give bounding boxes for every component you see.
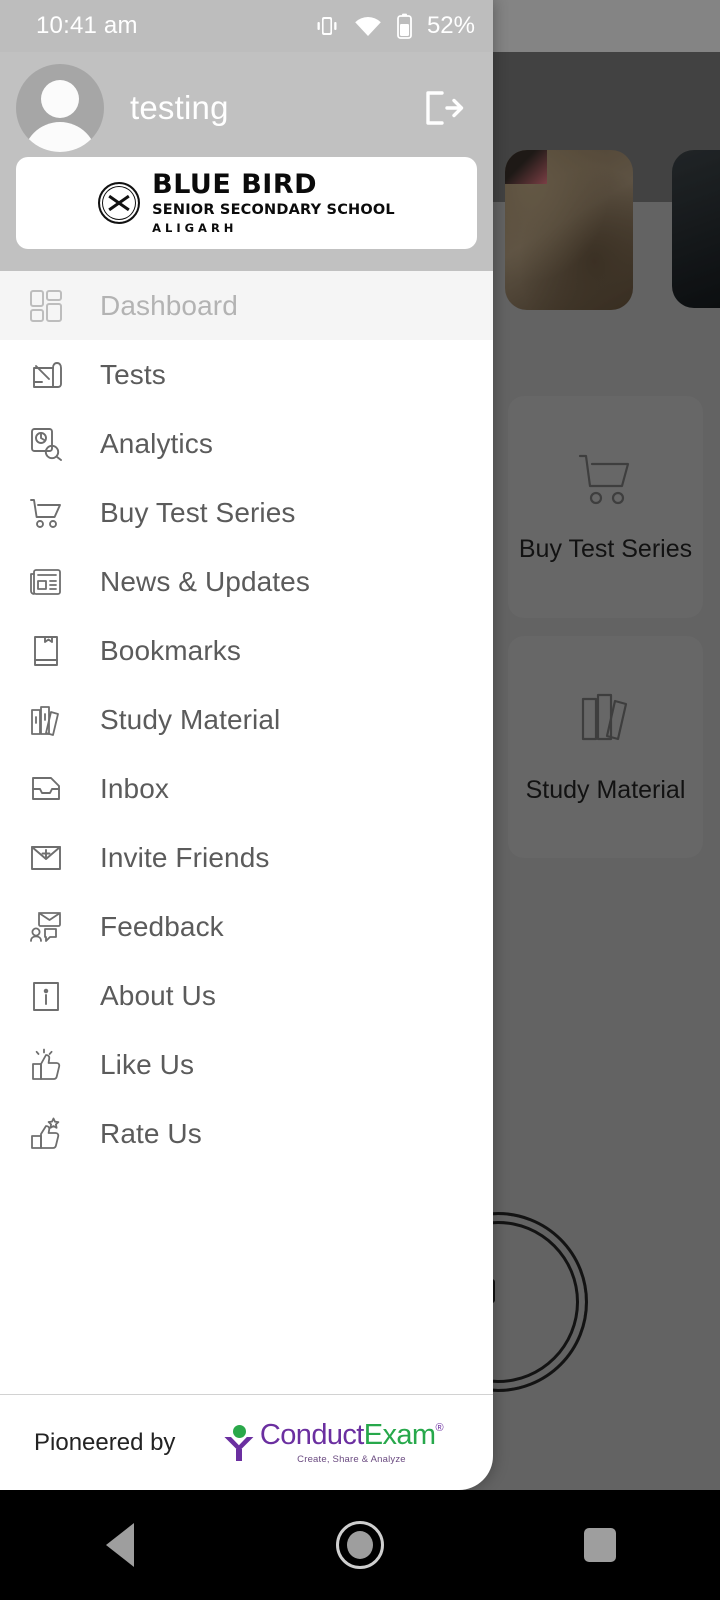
wifi-icon xyxy=(354,15,382,37)
menu-item-label: Rate Us xyxy=(100,1117,202,1149)
status-bar: 10:41 am 52% xyxy=(0,0,493,52)
drawer-header: testing BLUE BIRD SENIOR SECONDARY SCHOO… xyxy=(0,52,493,271)
menu-item-rate-us[interactable]: Rate Us xyxy=(0,1099,493,1168)
menu-item-label: Dashboard xyxy=(100,289,238,321)
back-button[interactable] xyxy=(65,1490,175,1600)
cart-icon xyxy=(24,491,68,535)
battery-percent-label: 52% xyxy=(426,12,475,39)
menu-item-bookmarks[interactable]: Bookmarks xyxy=(0,616,493,685)
background-banner-image-2 xyxy=(672,150,720,308)
recents-button[interactable] xyxy=(545,1490,655,1600)
analytics-icon xyxy=(24,422,68,466)
drawer-menu-list: Dashboard Tests Analytics Buy Test Serie… xyxy=(0,271,493,1394)
conductexam-logo: Conduct Exam ® Create, Share & Analyze xyxy=(223,1418,463,1465)
dashboard-icon xyxy=(24,284,68,328)
books-icon xyxy=(24,698,68,742)
conductexam-mark-icon xyxy=(223,1424,254,1461)
menu-item-invite-friends[interactable]: Invite Friends xyxy=(0,823,493,892)
menu-item-buy-test-series[interactable]: Buy Test Series xyxy=(0,478,493,547)
registered-mark: ® xyxy=(435,1421,443,1434)
books-icon xyxy=(577,689,635,754)
menu-item-label: Invite Friends xyxy=(100,841,270,873)
newspaper-icon xyxy=(24,560,68,604)
background-banner-image-1 xyxy=(505,150,633,310)
menu-item-inbox[interactable]: Inbox xyxy=(0,754,493,823)
school-subtitle: SENIOR SECONDARY SCHOOL xyxy=(152,202,395,219)
info-box-icon xyxy=(24,974,68,1018)
menu-item-label: Bookmarks xyxy=(100,634,241,666)
menu-item-label: Analytics xyxy=(100,427,213,459)
menu-item-analytics[interactable]: Analytics xyxy=(0,409,493,478)
bookmark-icon xyxy=(24,629,68,673)
cart-icon xyxy=(574,450,638,513)
menu-item-study-material[interactable]: Study Material xyxy=(0,685,493,754)
menu-item-dashboard[interactable]: Dashboard xyxy=(0,271,493,340)
recents-square-icon xyxy=(584,1528,616,1562)
menu-item-label: Study Material xyxy=(100,703,281,735)
menu-item-news-updates[interactable]: News & Updates xyxy=(0,547,493,616)
feedback-chat-icon xyxy=(24,905,68,949)
menu-item-label: Like Us xyxy=(100,1048,195,1080)
android-navigation-bar xyxy=(0,1490,720,1600)
home-circle-icon xyxy=(336,1521,384,1569)
envelope-plus-icon xyxy=(24,836,68,880)
brand-name-first: Conduct xyxy=(259,1418,364,1451)
status-bar-clock: 10:41 am xyxy=(36,12,138,39)
thumbs-up-icon xyxy=(24,1043,68,1087)
menu-item-about-us[interactable]: About Us xyxy=(0,961,493,1030)
background-tile-label: Buy Test Series xyxy=(518,535,693,563)
brand-name-second: Exam xyxy=(363,1418,436,1451)
menu-item-like-us[interactable]: Like Us xyxy=(0,1030,493,1099)
thumbs-up-star-icon xyxy=(24,1112,68,1156)
menu-item-label: Tests xyxy=(100,358,166,390)
background-tile-buy-test-series[interactable]: Buy Test Series xyxy=(508,396,703,618)
menu-item-label: Feedback xyxy=(100,910,224,942)
back-triangle-icon xyxy=(106,1523,134,1567)
battery-icon xyxy=(396,12,413,40)
school-seal-icon xyxy=(98,182,141,224)
profile-row[interactable]: testing xyxy=(0,52,493,157)
home-button[interactable] xyxy=(305,1490,415,1600)
menu-item-label: Buy Test Series xyxy=(100,496,296,528)
navigation-drawer: 10:41 am 52% testing BLUE BIRD SENIOR SE… xyxy=(0,0,493,1490)
background-tile-study-material[interactable]: Study Material xyxy=(508,636,703,858)
menu-item-label: Inbox xyxy=(100,772,169,804)
school-name: BLUE BIRD xyxy=(152,168,318,200)
logout-button[interactable] xyxy=(419,84,467,132)
menu-item-feedback[interactable]: Feedback xyxy=(0,892,493,961)
username-label: testing xyxy=(130,88,229,126)
menu-item-tests[interactable]: Tests xyxy=(0,340,493,409)
vibrate-icon xyxy=(314,13,340,39)
background-tile-label: Study Material xyxy=(525,776,686,804)
pioneered-by-label: Pioneered by xyxy=(34,1428,176,1456)
menu-item-label: About Us xyxy=(100,979,216,1011)
menu-item-label: News & Updates xyxy=(100,565,310,597)
inbox-tray-icon xyxy=(24,767,68,811)
brand-tagline: Create, Share & Analyze xyxy=(297,1453,406,1465)
school-logo-card: BLUE BIRD SENIOR SECONDARY SCHOOL ALIGAR… xyxy=(16,157,477,249)
avatar xyxy=(16,63,104,152)
school-city: ALIGARH xyxy=(152,221,238,236)
test-paper-icon xyxy=(24,353,68,397)
drawer-footer: Pioneered by Conduct Exam ® Create, Shar… xyxy=(0,1394,493,1490)
